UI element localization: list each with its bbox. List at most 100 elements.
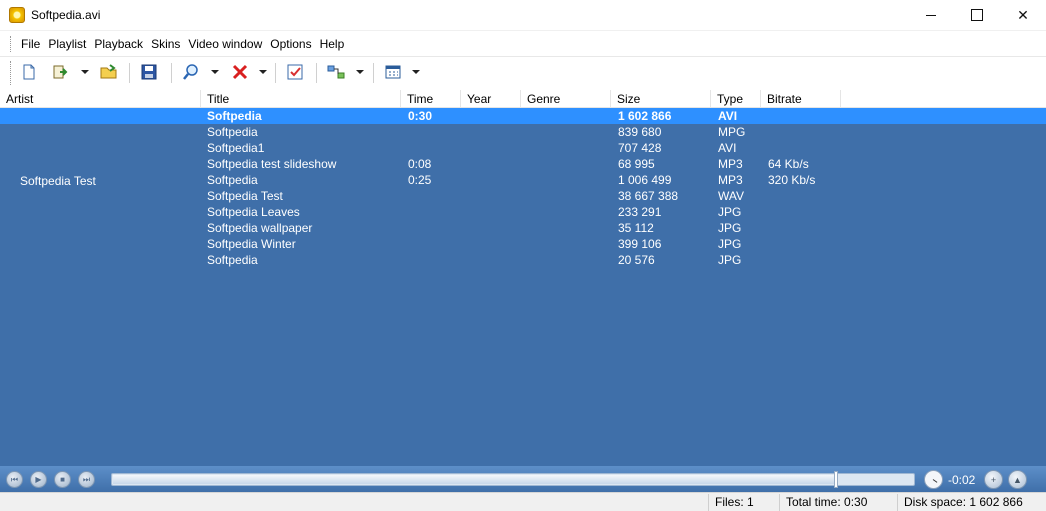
properties-icon[interactable]	[286, 63, 304, 81]
cell-title: Softpedia1	[207, 141, 265, 155]
menu-playback[interactable]: Playback	[90, 34, 147, 54]
status-empty	[657, 494, 712, 511]
column-header-type[interactable]: Type	[711, 90, 761, 108]
player-controls: ⏮ ▶ ■ ⏭ -0:02 + ▲	[0, 466, 1046, 492]
cell-size: 399 106	[618, 237, 662, 251]
next-button[interactable]: ⏭	[78, 471, 95, 488]
cell-type: AVI	[718, 109, 738, 123]
cell-time: 0:25	[408, 173, 432, 187]
playlist-row[interactable]: Softpedia wallpaper 35 112 JPG	[0, 220, 1046, 236]
cell-size: 38 667 388	[618, 189, 679, 203]
menu-help[interactable]: Help	[316, 34, 349, 54]
menu-options[interactable]: Options	[266, 34, 315, 54]
menu-skins[interactable]: Skins	[147, 34, 184, 54]
playlist-row[interactable]: Softpedia 0:30 1 602 866 AVI	[0, 108, 1046, 124]
cell-size: 233 291	[618, 205, 662, 219]
toolbar-separator	[275, 63, 276, 83]
arrange-icon[interactable]	[327, 63, 345, 81]
column-header-year[interactable]: Year	[461, 90, 521, 108]
seek-progress	[113, 475, 835, 484]
cell-type: JPG	[718, 221, 742, 235]
cell-size: 35 112	[618, 221, 654, 235]
menu-file[interactable]: File	[17, 34, 44, 54]
add-files-dropdown-icon[interactable]	[81, 70, 89, 74]
cell-type: MPG	[718, 125, 746, 139]
seek-bar[interactable]	[111, 471, 915, 488]
cell-size: 839 680	[618, 125, 662, 139]
playlist-row[interactable]: Softpedia 839 680 MPG	[0, 124, 1046, 140]
playlist-row[interactable]: Softpedia 0:25 1 006 499 MP3 320 Kb/s	[0, 172, 1046, 188]
delete-dropdown-icon[interactable]	[259, 70, 267, 74]
close-button[interactable]: ✕	[1000, 0, 1046, 30]
artist-group-label: Softpedia Test	[20, 174, 96, 188]
eject-icon[interactable]: ▲	[1008, 470, 1027, 489]
status-total-time: Total time: 0:30	[779, 494, 897, 511]
cell-time: 0:30	[408, 109, 433, 123]
seek-thumb[interactable]	[834, 471, 838, 488]
new-playlist-icon[interactable]	[20, 63, 38, 81]
cell-type: MP3	[718, 173, 743, 187]
cell-size: 1 006 499	[618, 173, 672, 187]
playlist-row[interactable]: Softpedia Winter 399 106 JPG	[0, 236, 1046, 252]
delete-icon[interactable]	[231, 63, 249, 81]
playlist[interactable]: Softpedia 0:30 1 602 866 AVI Softpedia 839 68…	[0, 108, 1046, 466]
minimize-button[interactable]	[908, 0, 954, 30]
search-dropdown-icon[interactable]	[211, 70, 219, 74]
playlist-row[interactable]: Softpedia Leaves 233 291 JPG	[0, 204, 1046, 220]
playlist-row[interactable]: Softpedia 20 576 JPG	[0, 252, 1046, 268]
toolbar-separator	[316, 63, 317, 83]
search-icon[interactable]	[182, 63, 200, 81]
clock-icon[interactable]	[924, 470, 943, 489]
play-button[interactable]: ▶	[30, 471, 47, 488]
column-header-size[interactable]: Size	[611, 90, 711, 108]
cell-size: 707 428	[618, 141, 662, 155]
toolbar-separator	[373, 63, 374, 83]
cell-type: AVI	[718, 141, 737, 155]
cell-time: 0:08	[408, 157, 432, 171]
view-dropdown-icon[interactable]	[412, 70, 420, 74]
column-header-title[interactable]: Title	[201, 90, 401, 108]
view-icon[interactable]	[384, 63, 402, 81]
cell-type: MP3	[718, 157, 743, 171]
maximize-button[interactable]	[954, 0, 1000, 30]
title-bar: Softpedia.avi ✕	[0, 0, 1046, 31]
column-header-bitrate[interactable]: Bitrate	[761, 90, 841, 108]
cell-size: 68 995	[618, 157, 655, 171]
time-remaining[interactable]: -0:02	[948, 472, 975, 488]
column-header-row: Artist Title Time Year Genre Size Type B…	[0, 90, 1046, 108]
cell-title: Softpedia	[207, 253, 258, 267]
status-disk-space: Disk space: 1 602 866	[897, 494, 1046, 511]
toolbar-grip[interactable]	[10, 61, 13, 85]
playlist-row[interactable]: Softpedia test slideshow 0:08 68 995 MP3 64 …	[0, 156, 1046, 172]
volume-up-icon[interactable]: +	[984, 470, 1003, 489]
menu-playlist[interactable]: Playlist	[44, 34, 90, 54]
cell-type: WAV	[718, 189, 744, 203]
playlist-row[interactable]: Softpedia1 707 428 AVI	[0, 140, 1046, 156]
menu-video-window[interactable]: Video window	[184, 34, 266, 54]
cell-type: JPG	[718, 253, 742, 267]
toolbar-separator	[129, 63, 130, 83]
cell-title: Softpedia test slideshow	[207, 157, 337, 171]
arrange-dropdown-icon[interactable]	[356, 70, 364, 74]
window-title: Softpedia.avi	[31, 8, 101, 22]
toolbar-separator	[171, 63, 172, 83]
column-header-artist[interactable]: Artist	[0, 90, 201, 108]
menu-grip[interactable]	[10, 36, 13, 52]
cell-size: 20 576	[618, 253, 655, 267]
menu-bar: File Playlist Playback Skins Video windo…	[0, 34, 1046, 54]
column-header-genre[interactable]: Genre	[521, 90, 611, 108]
cell-title: Softpedia	[207, 125, 258, 139]
stop-button[interactable]: ■	[54, 471, 71, 488]
column-header-time[interactable]: Time	[401, 90, 461, 108]
add-files-icon[interactable]	[52, 63, 70, 81]
toolbar	[0, 56, 1046, 88]
playlist-row[interactable]: Softpedia Test 38 667 388 WAV	[0, 188, 1046, 204]
previous-button[interactable]: ⏮	[6, 471, 23, 488]
cell-title: Softpedia Leaves	[207, 205, 300, 219]
app-icon	[9, 7, 25, 23]
save-icon[interactable]	[140, 63, 158, 81]
cell-bitrate: 320 Kb/s	[768, 173, 816, 187]
open-folder-icon[interactable]	[100, 63, 118, 81]
cell-type: JPG	[718, 237, 742, 251]
status-bar: Files: 1 Total time: 0:30 Disk space: 1 …	[0, 492, 1046, 511]
